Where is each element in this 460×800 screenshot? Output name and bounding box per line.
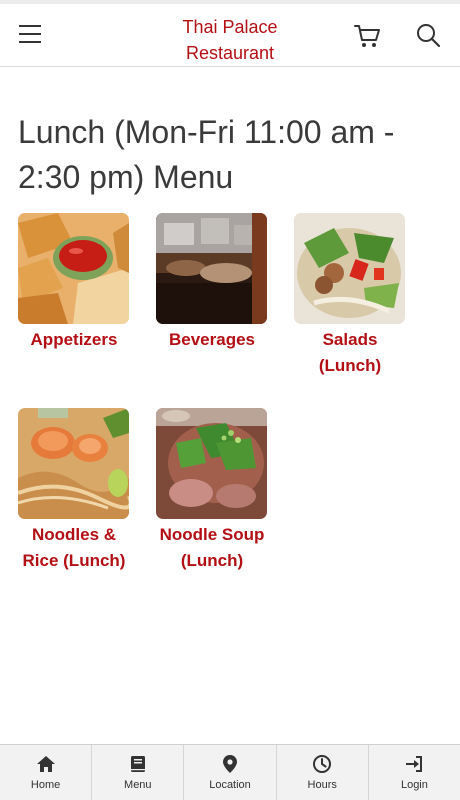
clock-icon bbox=[313, 755, 332, 773]
category-salads[interactable]: Salads (Lunch) bbox=[294, 213, 406, 378]
nav-label: Menu bbox=[124, 779, 152, 791]
category-beverages[interactable]: Beverages bbox=[156, 213, 268, 353]
nav-location[interactable]: Location bbox=[184, 745, 277, 800]
cart-icon[interactable] bbox=[352, 21, 382, 51]
brand-line-2: Restaurant bbox=[185, 43, 275, 63]
bottom-nav: Home Menu Location Hours Login bbox=[0, 744, 460, 800]
nav-label: Hours bbox=[307, 779, 337, 791]
nav-label: Home bbox=[30, 779, 61, 791]
category-appetizers[interactable]: Appetizers bbox=[18, 213, 130, 353]
nav-menu[interactable]: Menu bbox=[92, 745, 185, 800]
category-noodle-soup[interactable]: Noodle Soup (Lunch) bbox=[156, 408, 268, 573]
appetizers-photo bbox=[18, 213, 129, 324]
category-label: Noodle Soup (Lunch) bbox=[159, 525, 265, 570]
brand-line-1: Thai Palace bbox=[182, 17, 278, 37]
salads-photo bbox=[294, 213, 405, 324]
category-label: Salads (Lunch) bbox=[318, 330, 382, 375]
book-icon bbox=[130, 756, 145, 772]
category-label: Beverages bbox=[168, 330, 255, 349]
nav-home[interactable]: Home bbox=[0, 745, 93, 800]
restaurant-name[interactable]: Thai Palace Restaurant bbox=[150, 14, 310, 66]
nav-label: Location bbox=[209, 779, 251, 791]
hamburger-icon[interactable] bbox=[19, 25, 43, 45]
nav-login[interactable]: Login bbox=[369, 745, 460, 800]
home-icon bbox=[36, 756, 55, 772]
nav-label: Login bbox=[400, 779, 428, 791]
category-noodles-rice[interactable]: Noodles & Rice (Lunch) bbox=[18, 408, 130, 573]
page-title: Lunch (Mon-Fri 11:00 am - 2:30 pm) Menu bbox=[18, 114, 395, 195]
map-pin-icon bbox=[223, 755, 237, 773]
app-header: Thai Palace Restaurant bbox=[0, 4, 460, 67]
nav-hours[interactable]: Hours bbox=[277, 745, 369, 800]
beverages-photo bbox=[156, 213, 267, 324]
search-icon[interactable] bbox=[414, 21, 444, 51]
category-label: Noodles & Rice (Lunch) bbox=[22, 525, 126, 570]
noodles-rice-photo bbox=[18, 408, 129, 519]
category-label: Appetizers bbox=[30, 330, 118, 349]
login-icon bbox=[406, 756, 423, 772]
noodle-soup-photo bbox=[156, 408, 267, 519]
category-grid: Appetizers Beverages Salads (Lunch) Nood… bbox=[18, 213, 448, 613]
